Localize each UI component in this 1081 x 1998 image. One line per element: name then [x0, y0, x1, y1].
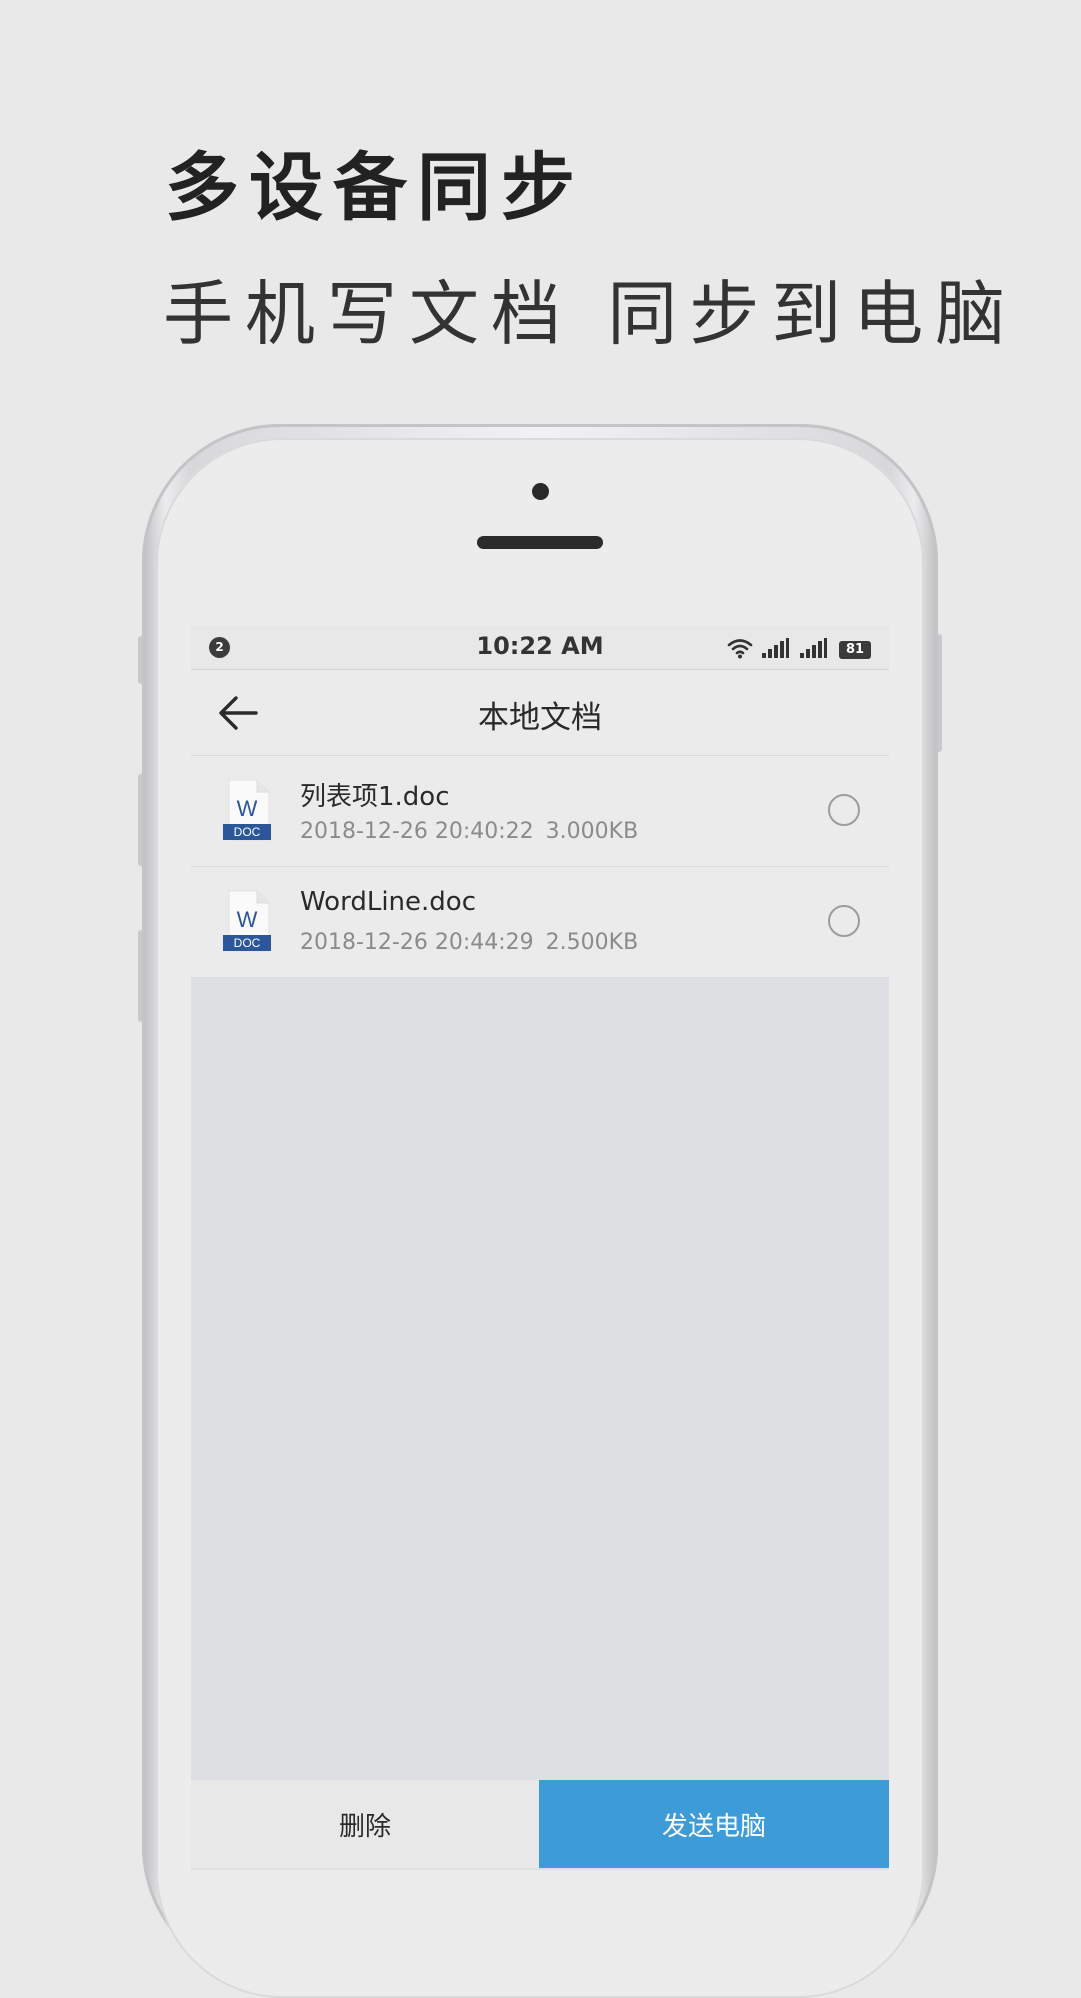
status-bar: 2 10:22 AM 81 — [191, 625, 889, 670]
select-radio-2[interactable] — [828, 905, 860, 937]
word-doc-icon: W DOC — [223, 890, 271, 952]
doc-icon-label: DOC — [234, 936, 261, 950]
file-meta: 2018-12-26 20:40:22 3.000KB — [300, 819, 638, 844]
phone-screen: 2 10:22 AM 81 本地文档 W DOC 列表项1.doc 2018-1… — [191, 625, 889, 1870]
file-datetime: 2018-12-26 20:44:29 — [300, 930, 534, 955]
send-to-pc-button[interactable]: 发送电脑 — [539, 1780, 889, 1868]
status-icons: 81 — [727, 635, 871, 659]
wifi-icon — [727, 639, 753, 659]
file-name: WordLine.doc — [300, 887, 476, 917]
bottom-action-bar: 删除 发送电脑 — [191, 1780, 889, 1868]
select-radio-1[interactable] — [828, 794, 860, 826]
signal-2-icon — [800, 638, 827, 658]
doc-icon-letter: W — [237, 796, 258, 821]
file-meta: 2018-12-26 20:44:29 2.500KB — [300, 930, 638, 955]
file-size: 3.000KB — [545, 819, 639, 844]
front-camera — [532, 483, 549, 500]
file-size: 2.500KB — [545, 930, 639, 955]
word-doc-icon: W DOC — [223, 779, 271, 841]
doc-icon-letter: W — [237, 907, 258, 932]
battery-icon: 81 — [839, 641, 871, 659]
promo-subheadline: 手机写文档 同步到电脑 — [163, 273, 1018, 355]
file-name: 列表项1.doc — [300, 782, 450, 812]
page-title: 本地文档 — [478, 700, 602, 736]
earpiece-speaker — [477, 536, 603, 549]
file-row-1[interactable]: W DOC 列表项1.doc 2018-12-26 20:40:22 3.000K… — [191, 756, 889, 867]
promo-headline: 多设备同步 — [165, 145, 585, 231]
doc-icon-label: DOC — [234, 825, 261, 839]
signal-icon — [762, 638, 789, 658]
file-list: W DOC 列表项1.doc 2018-12-26 20:40:22 3.000K… — [191, 756, 889, 978]
nav-bar: 本地文档 — [191, 670, 889, 756]
delete-button[interactable]: 删除 — [191, 1780, 539, 1868]
file-datetime: 2018-12-26 20:40:22 — [300, 819, 534, 844]
file-row-2[interactable]: W DOC WordLine.doc 2018-12-26 20:44:29 2.… — [191, 867, 889, 978]
